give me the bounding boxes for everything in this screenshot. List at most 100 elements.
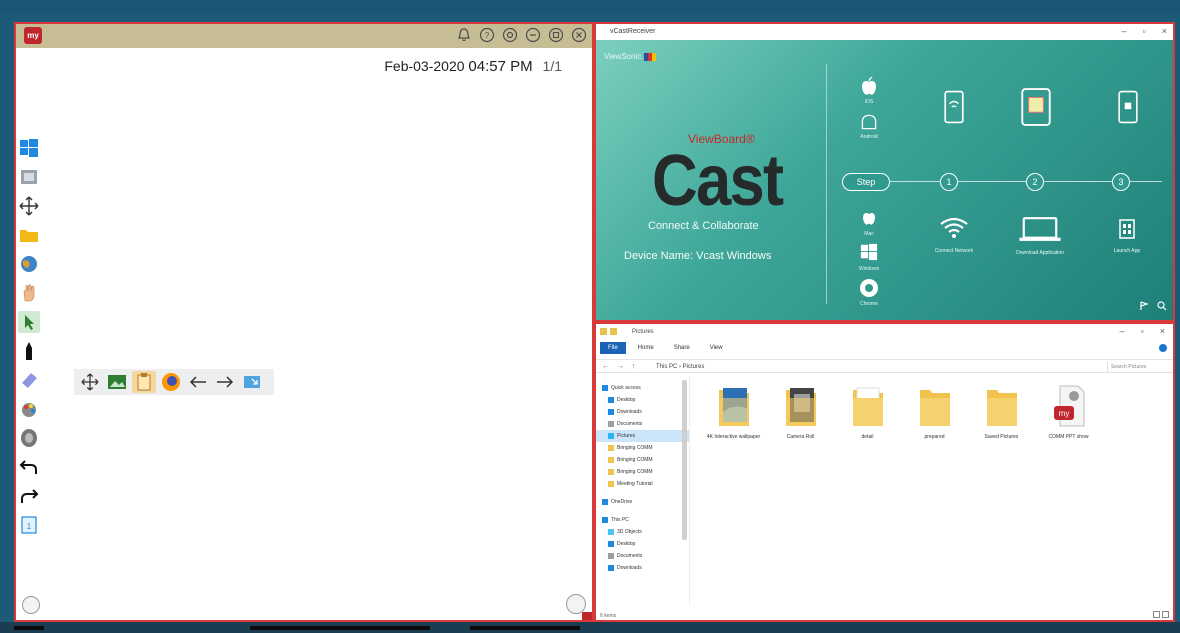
close-icon[interactable]: ×	[1162, 26, 1167, 36]
eraser-icon[interactable]	[18, 369, 40, 391]
help-icon[interactable]: ?	[478, 26, 496, 44]
taskbar-item[interactable]	[470, 626, 580, 630]
flag-icon[interactable]	[1139, 298, 1149, 316]
select-icon[interactable]	[18, 311, 40, 333]
minimize-icon[interactable]	[524, 26, 542, 44]
color-palette-icon[interactable]	[18, 398, 40, 420]
sidebar-item[interactable]: 3D Objects	[596, 526, 689, 538]
quick-access-toolbar	[600, 328, 617, 335]
navigation-arrows[interactable]: ← → ↑	[602, 363, 638, 370]
pictures-icon	[608, 433, 614, 439]
download-icon	[608, 409, 614, 415]
sidebar-item[interactable]: Documents	[596, 550, 689, 562]
close-icon[interactable]	[570, 26, 588, 44]
explorer-window-title: Pictures	[632, 329, 654, 335]
image-icon[interactable]	[105, 371, 129, 393]
taskbar-item[interactable]	[14, 626, 44, 630]
folder-icon	[608, 481, 614, 487]
sidebar-item[interactable]: Bringing COMM	[596, 454, 689, 466]
pen-icon[interactable]	[18, 340, 40, 362]
redo-icon[interactable]	[18, 485, 40, 507]
address-bar[interactable]: This PC › Pictures	[652, 362, 1052, 372]
maximize-icon[interactable]: ▫	[1143, 26, 1146, 36]
file-item[interactable]: my COMM PPT show	[1041, 384, 1096, 440]
tab-home[interactable]: Home	[630, 342, 662, 354]
sidebar-item[interactable]: Desktop	[596, 538, 689, 550]
tab-share[interactable]: Share	[666, 342, 698, 354]
svg-text:my: my	[1058, 409, 1069, 418]
sidebar-item[interactable]: Pictures	[596, 430, 689, 442]
settings-icon[interactable]	[501, 26, 519, 44]
screenshot-icon[interactable]	[18, 166, 40, 188]
hand-icon[interactable]	[18, 282, 40, 304]
brand-logo: ViewSonic	[604, 52, 657, 61]
sidebar-item[interactable]: Bringing COMM	[596, 442, 689, 454]
large-icons-view-icon[interactable]	[1162, 611, 1169, 618]
sidebar-item[interactable]: Downloads	[596, 562, 689, 574]
folder-item[interactable]: prepared	[907, 384, 962, 440]
firefox-icon[interactable]	[159, 371, 183, 393]
file-explorer-window[interactable]: Pictures – ▫ × File Home Share View ← → …	[594, 322, 1175, 622]
tab-view[interactable]: View	[702, 342, 731, 354]
cast-window[interactable]: vCastReceiver – ▫ × ViewSonic ViewBoard®…	[594, 22, 1175, 322]
details-view-icon[interactable]	[1153, 611, 1160, 618]
maximize-icon[interactable]	[547, 26, 565, 44]
sidebar-item-label: Quick access	[611, 385, 641, 391]
folder-item[interactable]: Saved Pictures	[974, 384, 1029, 440]
tab-file[interactable]: File	[600, 342, 626, 354]
file-name: Camera Roll	[786, 434, 815, 440]
sidebar-item[interactable]: OneDrive	[596, 496, 689, 508]
cube-icon	[608, 529, 614, 535]
minimize-icon[interactable]: –	[1120, 326, 1125, 336]
cast-window-title: vCastReceiver	[610, 28, 656, 35]
globe-icon[interactable]	[18, 253, 40, 275]
maximize-icon[interactable]: ▫	[1141, 326, 1144, 336]
folder-icon[interactable]	[600, 328, 607, 335]
sidebar-item[interactable]: Quick access	[596, 382, 689, 394]
windows-icon[interactable]	[18, 137, 40, 159]
close-icon[interactable]: ×	[1160, 326, 1165, 336]
arrow-left-icon[interactable]	[186, 371, 210, 393]
taskbar-item[interactable]	[250, 626, 430, 630]
move-icon[interactable]	[78, 371, 102, 393]
sidebar-item-label: Downloads	[617, 409, 642, 415]
resize-handle[interactable]	[582, 612, 592, 620]
folder-icon[interactable]	[18, 224, 40, 246]
sidebar-item[interactable]: Meeting Tutorial	[596, 478, 689, 490]
folder-icon[interactable]	[610, 328, 617, 335]
folder-item[interactable]: 4K Interactive wallpaper	[706, 384, 761, 440]
whiteboard-window[interactable]: my ? Feb-03-2020 04:57 PM 1/1 1	[14, 22, 594, 622]
folder-item[interactable]: Camera Roll	[773, 384, 828, 440]
sidebar-item[interactable]: Documents	[596, 418, 689, 430]
undo-icon[interactable]	[18, 456, 40, 478]
sidebar-item[interactable]: Desktop	[596, 394, 689, 406]
whiteboard-menu-button[interactable]	[22, 596, 40, 614]
zoom-icon[interactable]	[18, 427, 40, 449]
search-icon[interactable]	[1157, 298, 1167, 316]
connect-network-step: Connect Network	[918, 216, 990, 254]
move-icon[interactable]	[18, 195, 40, 217]
status-bar: 6 items	[600, 613, 617, 619]
sidebar-item[interactable]: Bringing COMM	[596, 466, 689, 478]
search-input[interactable]: Search Pictures	[1107, 362, 1167, 372]
minimize-icon[interactable]: –	[1122, 26, 1127, 36]
page-icon[interactable]: 1	[18, 514, 40, 536]
screen-icon[interactable]	[240, 371, 264, 393]
bell-icon[interactable]	[455, 26, 473, 44]
cloud-icon	[602, 499, 608, 505]
platform-label: Chrome	[860, 301, 878, 307]
whiteboard-expand-button[interactable]	[566, 594, 586, 614]
navigation-scrollbar[interactable]	[682, 380, 687, 540]
help-icon[interactable]	[1159, 344, 1167, 352]
sidebar-item[interactable]: This PC	[596, 514, 689, 526]
view-toggle[interactable]	[1153, 611, 1169, 618]
clipboard-icon[interactable]	[132, 371, 156, 393]
folder-item[interactable]: detail	[840, 384, 895, 440]
page-indicator[interactable]: 1/1	[543, 58, 562, 74]
documents-icon	[608, 421, 614, 427]
windows-icon	[858, 243, 880, 265]
arrow-right-icon[interactable]	[213, 371, 237, 393]
sidebar-item-label: Bringing COMM	[617, 445, 653, 451]
sidebar-item[interactable]: Downloads	[596, 406, 689, 418]
file-list: 4K Interactive wallpaper Camera Roll det…	[706, 384, 1096, 440]
